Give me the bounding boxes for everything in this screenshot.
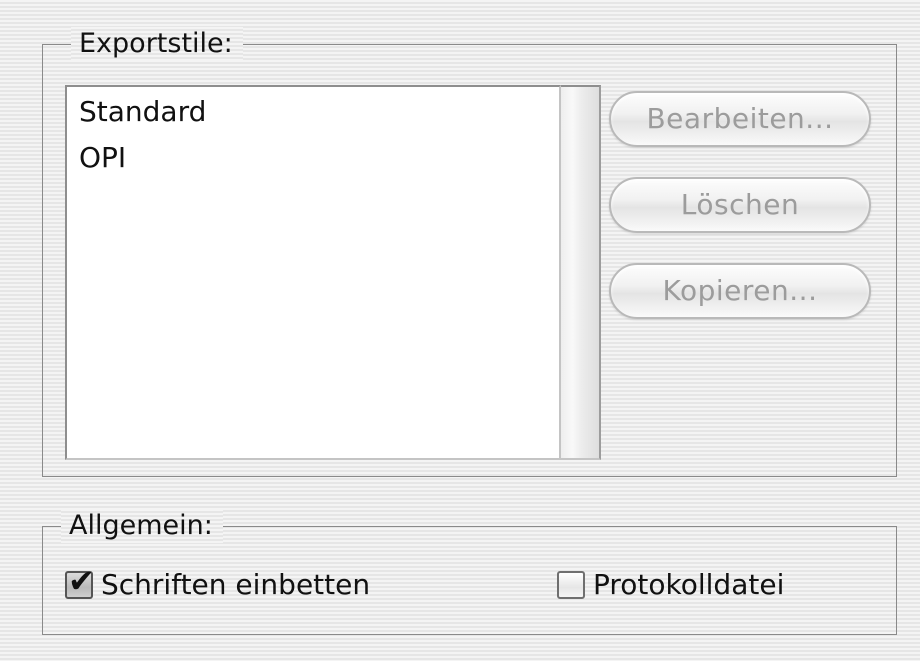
- general-title: Allgemein:: [61, 509, 223, 543]
- export-styles-list[interactable]: Standard OPI: [65, 85, 561, 460]
- embed-fonts-option[interactable]: ✔ Schriften einbetten: [65, 563, 371, 605]
- list-item[interactable]: Standard: [67, 89, 559, 135]
- list-scrollbar[interactable]: [561, 85, 601, 460]
- list-item[interactable]: OPI: [67, 135, 559, 181]
- edit-button[interactable]: Bearbeiten...: [609, 91, 871, 147]
- export-styles-title: Exportstile:: [71, 27, 243, 61]
- log-file-checkbox[interactable]: [557, 571, 585, 599]
- log-file-label: Protokolldatei: [593, 568, 785, 601]
- checkmark-icon: ✔: [68, 562, 95, 600]
- export-styles-group: Exportstile: Standard OPI Bearbeiten... …: [42, 27, 897, 477]
- embed-fonts-checkbox[interactable]: ✔: [65, 563, 95, 599]
- copy-button[interactable]: Kopieren...: [609, 263, 871, 319]
- log-file-option[interactable]: Protokolldatei: [557, 565, 784, 605]
- embed-fonts-label: Schriften einbetten: [101, 568, 371, 601]
- general-group: Allgemein: ✔ Schriften einbetten Protoko…: [42, 509, 897, 635]
- delete-button[interactable]: Löschen: [609, 177, 871, 233]
